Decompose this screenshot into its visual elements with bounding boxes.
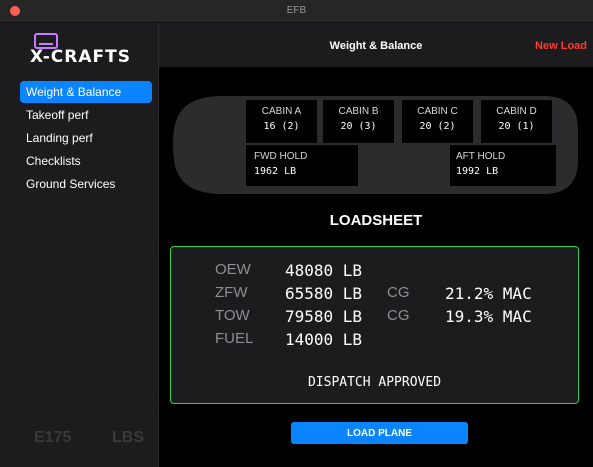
cabin-c-label: CABIN C: [417, 106, 458, 117]
cabin-d-zone[interactable]: CABIN D 20 (1): [481, 100, 552, 143]
aft-hold-zone[interactable]: AFT HOLD 1992 LB: [450, 145, 556, 186]
cabin-c-zone[interactable]: CABIN C 20 (2): [402, 100, 473, 143]
sidebar: X-CRAFTS Weight & Balance Takeoff perf L…: [0, 23, 159, 467]
cabin-c-value: 20 (2): [419, 121, 456, 132]
cabin-b-zone[interactable]: CABIN B 20 (3): [323, 100, 394, 143]
sidebar-footer: E175 LBS: [34, 429, 144, 447]
window-title: EFB: [286, 5, 307, 16]
dispatch-status: DISPATCH APPROVED: [307, 375, 442, 390]
sidebar-item-landing-perf[interactable]: Landing perf: [20, 127, 152, 149]
cabin-a-zone[interactable]: CABIN A 16 (2): [246, 100, 317, 143]
app-logo: X-CRAFTS: [30, 47, 131, 67]
fwd-hold-zone[interactable]: FWD HOLD 1962 LB: [246, 145, 358, 186]
sidebar-item-weight-balance[interactable]: Weight & Balance: [20, 81, 152, 103]
cabin-a-label: CABIN A: [261, 106, 302, 117]
page-header: Weight & Balance New Load: [159, 23, 593, 67]
oew-label: OEW: [215, 261, 251, 278]
tow-value: 79580 LB: [285, 307, 363, 326]
fuel-value: 14000 LB: [285, 330, 363, 349]
cabin-b-value: 20 (3): [340, 121, 377, 132]
cabin-d-label: CABIN D: [496, 106, 537, 117]
aircraft-type: E175: [34, 429, 72, 446]
loadsheet-panel: OEW 48080 LB ZFW 65580 LB CG 21.2% MAC T…: [170, 246, 579, 404]
load-plane-button[interactable]: LOAD PLANE: [291, 422, 468, 444]
aft-hold-value: 1992 LB: [456, 166, 499, 177]
sidebar-item-ground-services[interactable]: Ground Services: [20, 173, 152, 195]
fwd-hold-value: 1962 LB: [254, 166, 297, 177]
sidebar-item-takeoff-perf[interactable]: Takeoff perf: [20, 104, 152, 126]
tow-cg-label: CG: [387, 307, 410, 324]
cabin-b-label: CABIN B: [338, 106, 379, 117]
zfw-value: 65580 LB: [285, 284, 363, 303]
fuel-label: FUEL: [215, 330, 254, 347]
cabin-a-value: 16 (2): [263, 121, 300, 132]
oew-value: 48080 LB: [285, 261, 363, 280]
tow-label: TOW: [215, 307, 250, 324]
weight-unit: LBS: [112, 429, 144, 446]
sidebar-nav: Weight & Balance Takeoff perf Landing pe…: [20, 81, 152, 196]
fwd-hold-label: FWD HOLD: [254, 151, 308, 162]
zfw-label: ZFW: [215, 284, 248, 301]
aft-hold-label: AFT HOLD: [456, 151, 506, 162]
tow-cg-value: 19.3% MAC: [445, 307, 532, 326]
page-title: Weight & Balance: [329, 40, 423, 52]
window-titlebar: EFB: [0, 0, 593, 23]
new-load-button[interactable]: New Load: [535, 40, 587, 52]
cabin-d-value: 20 (1): [498, 121, 535, 132]
loadsheet-title: LOADSHEET: [329, 212, 423, 229]
zfw-cg-value: 21.2% MAC: [445, 284, 532, 303]
sidebar-item-checklists[interactable]: Checklists: [20, 150, 152, 172]
zfw-cg-label: CG: [387, 284, 410, 301]
